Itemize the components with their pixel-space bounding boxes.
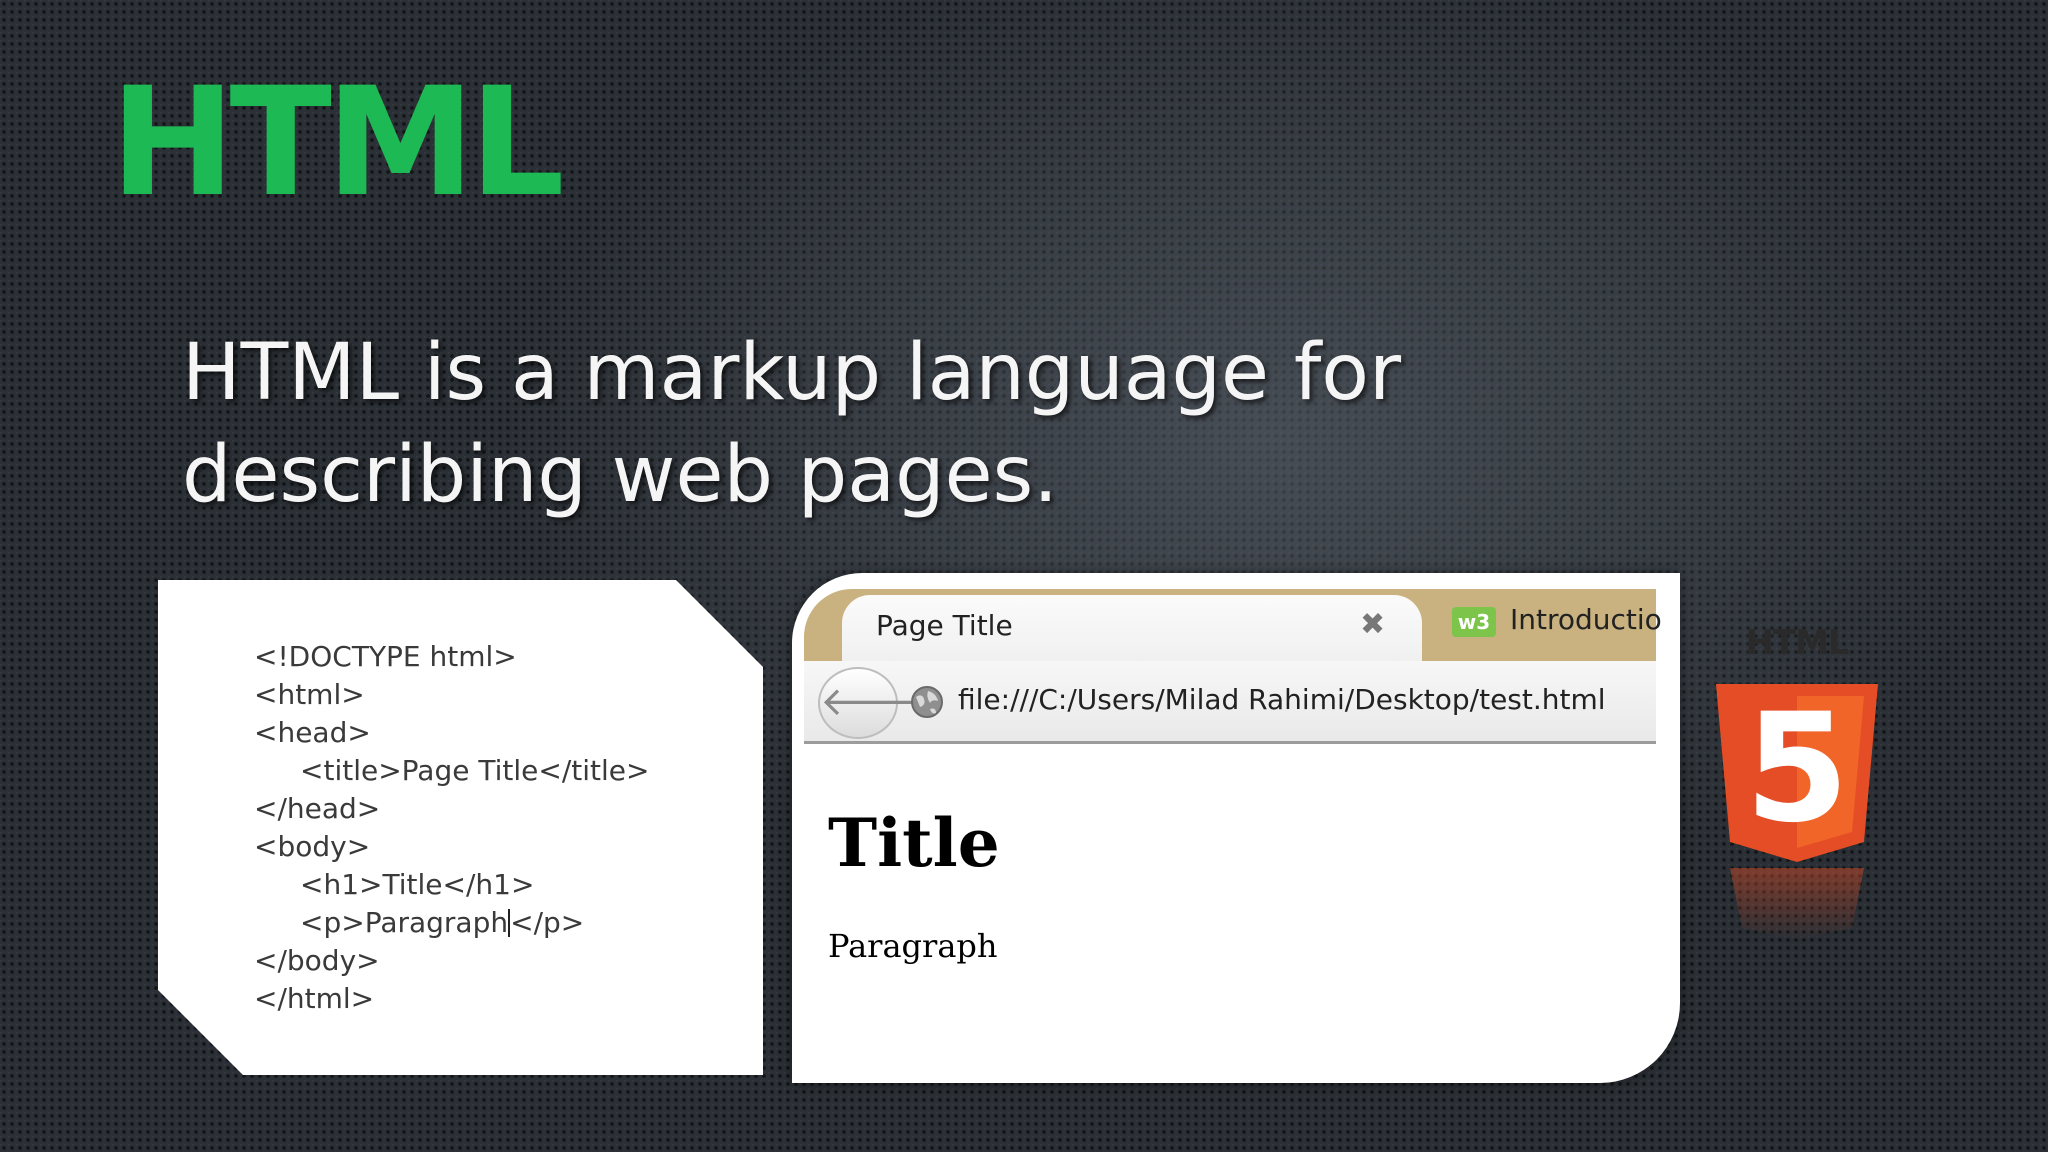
navigation-bar: 🡐 file:///C:/Users/Milad Rahimi/Desktop/… <box>804 661 1656 744</box>
code-line: <h1>Title</h1> <box>300 868 535 901</box>
code-line: <html> <box>254 678 365 711</box>
code-line: <!DOCTYPE html> <box>254 640 517 673</box>
tab-introduction[interactable]: w3 Introductio <box>1452 599 1662 659</box>
page-heading: Title <box>828 804 1000 882</box>
html5-logo-icon: HTML 5 <box>1716 628 1878 940</box>
slide-subtitle: HTML is a markup language for describing… <box>182 322 1482 526</box>
slide-title: HTML <box>110 56 565 230</box>
code-text-before-caret: <p>Paragraph <box>300 906 509 939</box>
code-text-after-caret: </p> <box>510 906 585 939</box>
w3-icon: w3 <box>1452 607 1496 637</box>
address-bar[interactable]: file:///C:/Users/Milad Rahimi/Desktop/te… <box>958 683 1606 716</box>
back-button[interactable]: 🡐 <box>818 667 927 739</box>
browser-window: Page Title ✖ w3 Introductio 🡐 file:///C:… <box>792 573 1680 1083</box>
code-line-caret[interactable]: <p>Paragraph</p> <box>254 904 649 942</box>
code-listing: <!DOCTYPE html> <html> <head> <title>Pag… <box>254 638 649 1018</box>
subtitle-line-2: describing web pages. <box>182 430 1059 520</box>
code-line: </html> <box>254 982 375 1015</box>
close-icon[interactable]: ✖ <box>1360 607 1385 642</box>
code-line: </head> <box>254 792 381 825</box>
tab-title: Page Title <box>876 609 1013 642</box>
code-line: </body> <box>254 944 380 977</box>
rendered-page: Title Paragraph <box>828 803 1000 965</box>
subtitle-line-1: HTML is a markup language for <box>182 328 1402 418</box>
tab-page-title[interactable]: Page Title ✖ <box>842 595 1422 661</box>
tab-title: Introductio <box>1510 603 1662 636</box>
code-line: <head> <box>254 716 371 749</box>
tab-strip: Page Title ✖ w3 Introductio <box>804 589 1662 661</box>
code-line: <body> <box>254 830 371 863</box>
globe-icon <box>911 686 943 718</box>
page-paragraph: Paragraph <box>828 927 998 965</box>
code-card: <!DOCTYPE html> <html> <head> <title>Pag… <box>158 580 763 1075</box>
code-line: <title>Page Title</title> <box>300 754 650 787</box>
html5-logo-label: HTML <box>1745 628 1848 663</box>
html5-digit: 5 <box>1745 682 1849 856</box>
